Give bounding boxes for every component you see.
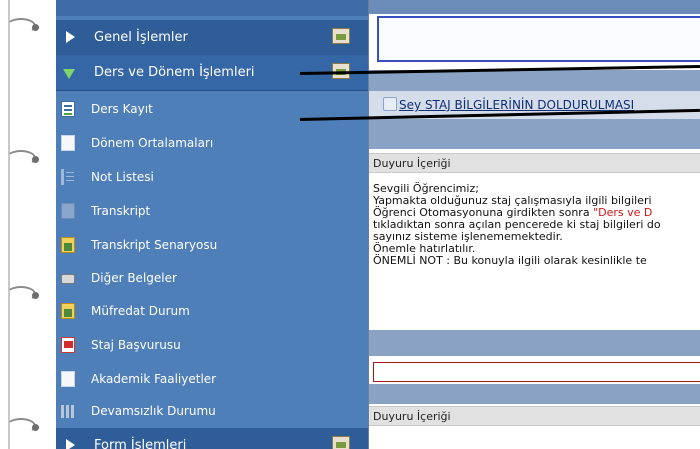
content-band <box>369 70 700 91</box>
menu-item-transkript[interactable]: Transkript <box>56 196 368 228</box>
chart-icon <box>61 303 75 319</box>
content-empty <box>369 426 700 449</box>
menu-item-label: Akademik Faaliyetler <box>91 372 217 386</box>
menu-item-label: Ders Kayıt <box>91 102 153 116</box>
menu-item-akademik-faaliyetler[interactable]: Akademik Faaliyetler <box>56 364 368 396</box>
printer-icon <box>61 274 75 284</box>
menu-item-label: Transkript <box>91 204 151 218</box>
menu-header-genel-islemler[interactable]: Genel İşlemler <box>56 20 368 56</box>
content-band <box>369 330 700 356</box>
list-icon <box>61 169 75 185</box>
home-icon <box>332 28 350 44</box>
menu-item-ders-kayit[interactable]: Ders Kayıt <box>56 94 368 126</box>
content-band <box>369 384 700 404</box>
expand-arrow-icon <box>66 439 75 449</box>
menu-item-mufredat-durum[interactable]: Müfredat Durum <box>56 296 368 328</box>
menu-item-label: Müfredat Durum <box>91 304 190 318</box>
section-label-2: Duyuru İçeriği <box>373 410 451 423</box>
announcement-content-header: Duyuru İçeriği <box>369 153 700 173</box>
binder-ring <box>6 286 39 304</box>
announcement-title-text: STAJ BİLGİLERİNİN DOLDURULMASI <box>424 98 635 112</box>
content-top-bar <box>369 0 700 14</box>
menu-header-label: Form İşlemleri <box>94 438 187 449</box>
binding-spine <box>8 0 10 449</box>
binder-ring <box>6 150 39 168</box>
binder-ring <box>6 418 39 436</box>
menu-item-transkript-senaryosu[interactable]: Transkript Senaryosu <box>56 230 368 262</box>
menu-header-form-islemleri[interactable]: Form İşlemleri <box>56 428 368 449</box>
document-icon <box>61 371 75 387</box>
announcement-title[interactable]: Sey STAJ BİLGİLERİNİN DOLDURULMASI <box>399 98 634 112</box>
menu-header-label: Genel İşlemler <box>94 30 188 45</box>
menu-item-staj-basvurusu[interactable]: Staj Başvurusu <box>56 330 368 362</box>
menu-item-label: Devamsızlık Durumu <box>91 404 216 418</box>
section-label: Duyuru İçeriği <box>373 157 451 170</box>
announcement-body: Sevgili Öğrencimiz; Yapmakta olduğunuz s… <box>373 183 700 267</box>
menu-item-label: Diğer Belgeler <box>91 271 177 285</box>
menu-item-devamsizlik-durumu[interactable]: Devamsızlık Durumu <box>56 396 368 428</box>
bars-icon <box>61 403 75 419</box>
side-menu: Genel İşlemler Ders ve Dönem İşlemleri D… <box>56 0 368 449</box>
menu-item-label: Transkript Senaryosu <box>91 238 218 252</box>
content-band <box>369 119 700 149</box>
menu-item-label: Staj Başvurusu <box>91 338 181 352</box>
flag-icon <box>61 337 75 353</box>
announcement-content-header-2: Duyuru İçeriği <box>369 406 700 426</box>
menu-header-label: Ders ve Dönem İşlemleri <box>94 65 255 80</box>
menu-item-label: Not Listesi <box>91 170 154 184</box>
menu-item-label: Dönem Ortalamaları <box>91 136 214 150</box>
collapse-arrow-icon <box>63 69 75 79</box>
form-icon <box>332 436 350 449</box>
menu-top-strip <box>56 0 368 16</box>
announcement-link-prefix: Sey <box>399 98 422 112</box>
announcement-icon <box>383 97 397 111</box>
menu-item-not-listesi[interactable]: Not Listesi <box>56 162 368 194</box>
content-input-box[interactable] <box>377 16 700 62</box>
notebook-binding <box>0 0 56 449</box>
binder-ring <box>6 18 39 36</box>
transcript-icon <box>61 203 75 219</box>
form-edit-icon <box>61 101 75 117</box>
content-red-box[interactable] <box>373 362 700 382</box>
expand-arrow-icon <box>66 31 75 43</box>
body-line: ÖNEMLİ NOT : Bu konuyla ilgili olarak ke… <box>373 254 647 267</box>
menu-item-donem-ortalamalari[interactable]: Dönem Ortalamaları <box>56 128 368 160</box>
document-icon <box>61 135 75 151</box>
menu-item-diger-belgeler[interactable]: Diğer Belgeler <box>56 263 368 295</box>
chart-icon <box>61 237 75 253</box>
